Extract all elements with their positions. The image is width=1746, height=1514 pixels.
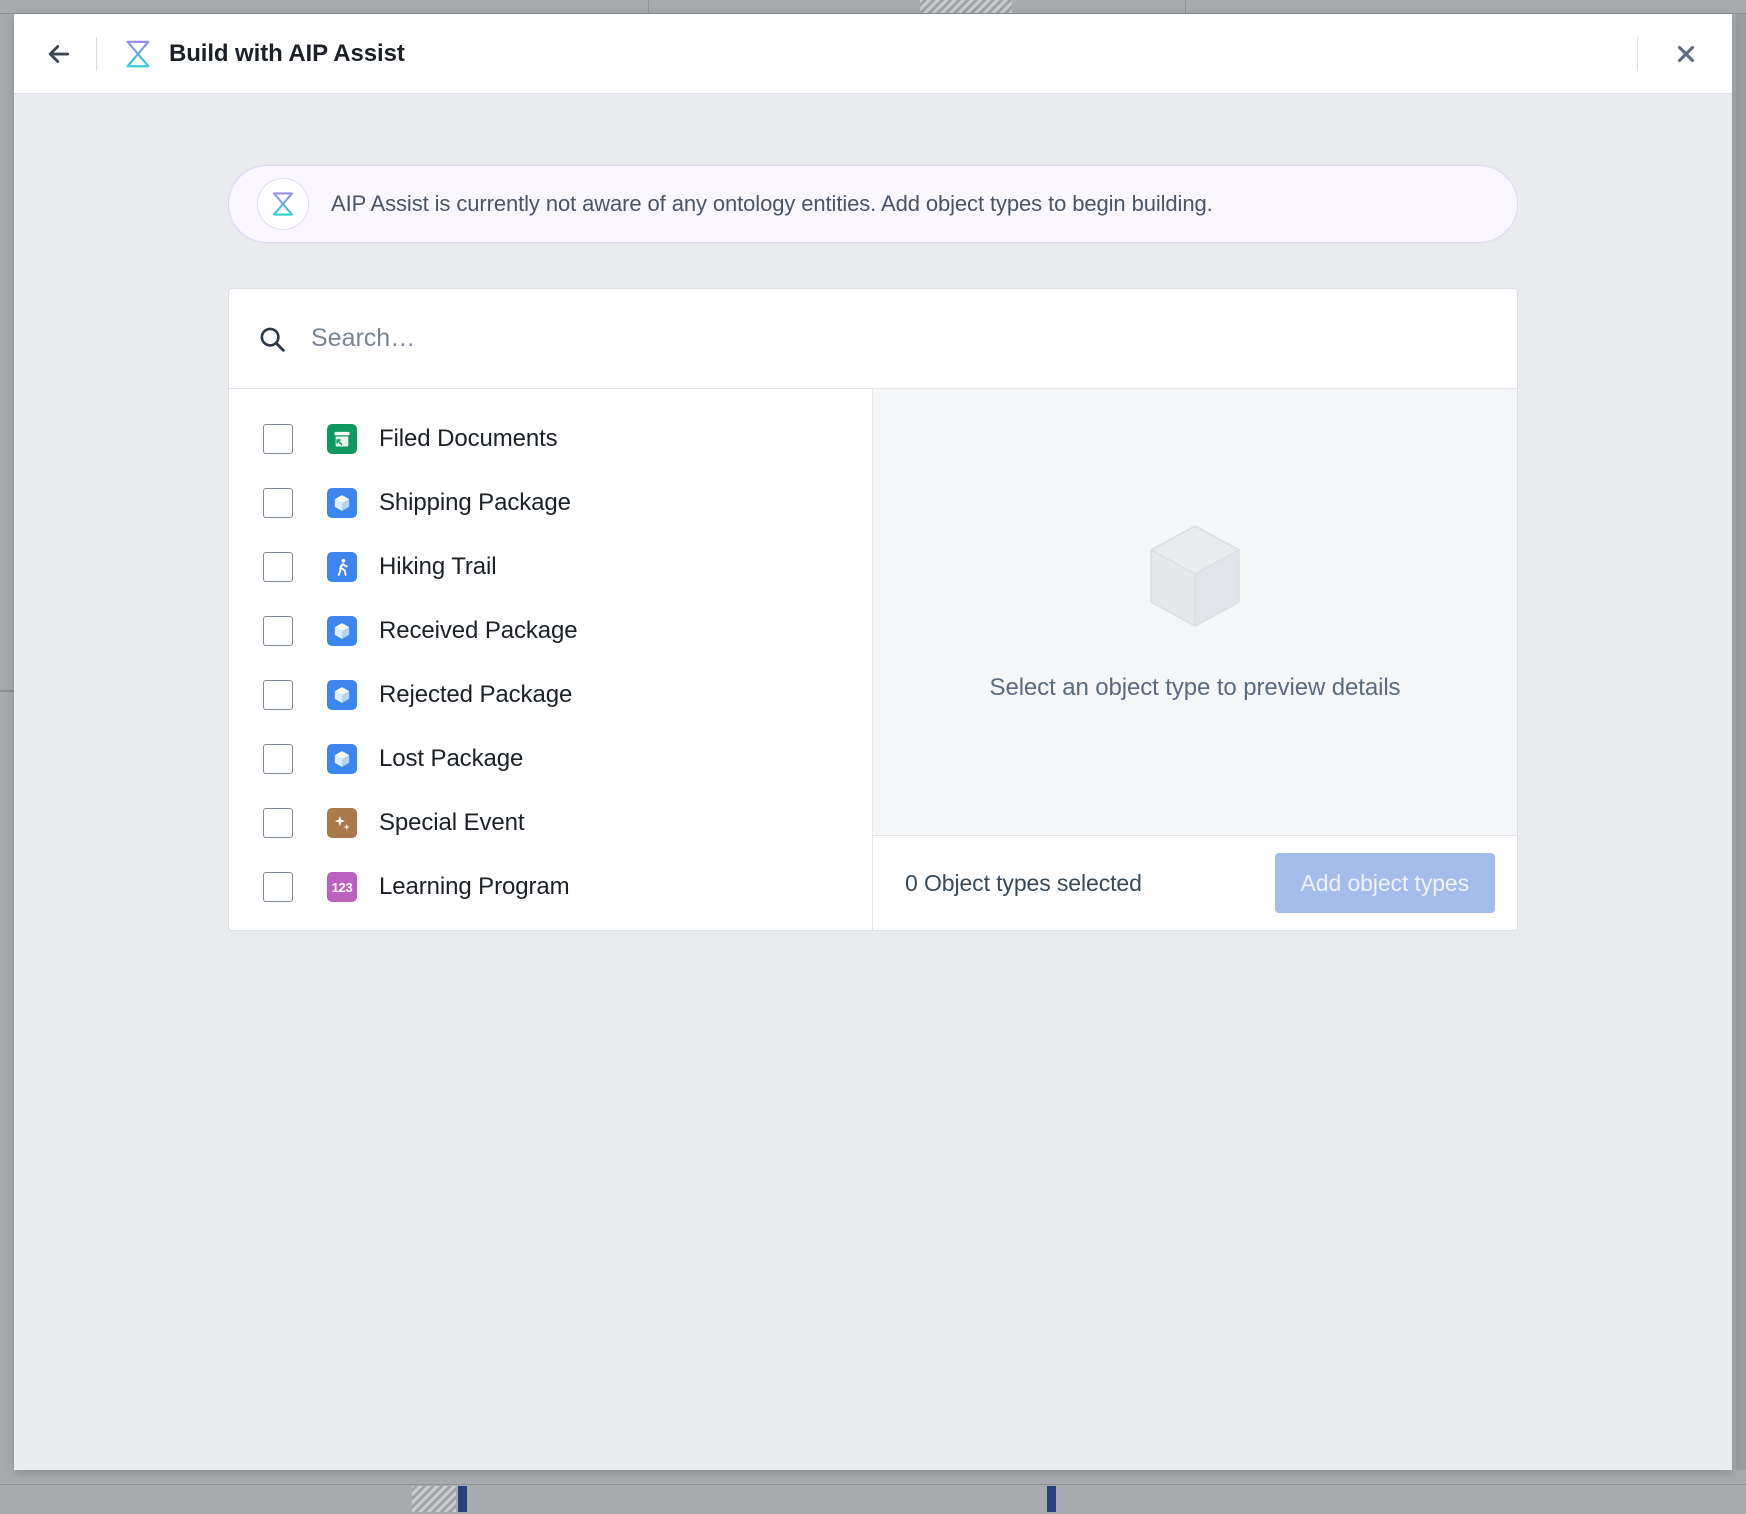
sparkle-glyph <box>334 815 350 830</box>
cube-icon <box>327 744 357 774</box>
cube-icon <box>327 488 357 518</box>
close-button[interactable] <box>1666 34 1706 74</box>
backdrop-left-tick <box>0 690 14 692</box>
object-type-checkbox[interactable] <box>263 488 293 518</box>
arrow-left-icon <box>48 44 70 63</box>
object-type-checkbox[interactable] <box>263 616 293 646</box>
modal-header: Build with AIP Assist <box>14 14 1732 94</box>
cube-icon <box>327 616 357 646</box>
object-type-row[interactable]: Lost Package <box>229 727 872 791</box>
filed-documents-icon <box>327 424 357 454</box>
sparkle-icon <box>327 808 357 838</box>
back-button[interactable] <box>36 31 82 77</box>
backdrop-top-strip <box>0 0 1746 14</box>
object-type-checkbox[interactable] <box>263 872 293 902</box>
cube-glyph <box>334 687 350 703</box>
cube-glyph <box>334 495 350 511</box>
object-type-list[interactable]: Filed Documents Shipping Package Hiking Tr… <box>229 389 873 930</box>
object-type-row[interactable]: Special Event <box>229 791 872 855</box>
search-row <box>229 289 1517 389</box>
aip-awareness-notice: AIP Assist is currently not aware of any… <box>228 165 1518 243</box>
search-input[interactable] <box>311 324 1489 353</box>
cube-outline-icon <box>1150 525 1240 627</box>
object-type-label: Filed Documents <box>379 425 558 452</box>
object-type-checkbox[interactable] <box>263 552 293 582</box>
page-title: Build with AIP Assist <box>169 39 405 67</box>
backdrop-marker <box>458 1486 467 1512</box>
close-icon <box>1677 45 1695 62</box>
add-object-types-button[interactable]: Add object types <box>1274 853 1495 913</box>
object-type-row[interactable]: 123 Learning Program <box>229 855 872 919</box>
object-type-picker: Filed Documents Shipping Package Hiking Tr… <box>228 288 1518 931</box>
object-type-label: Rejected Package <box>379 681 573 708</box>
header-divider-right <box>1637 36 1638 71</box>
preview-empty-text: Select an object type to preview details <box>989 674 1401 701</box>
walk-icon <box>327 552 357 582</box>
preview-empty-state: Select an object type to preview details <box>873 389 1517 836</box>
cube-glyph <box>334 751 350 767</box>
aip-assist-logo-icon <box>273 192 293 216</box>
object-type-label: Received Package <box>379 617 578 644</box>
preview-pane: Select an object type to preview details… <box>873 389 1517 930</box>
object-type-label: Hiking Trail <box>379 553 497 580</box>
header-divider <box>96 36 97 71</box>
aip-assist-logo-icon <box>126 40 150 67</box>
cube-glyph <box>334 623 350 639</box>
notice-message: AIP Assist is currently not aware of any… <box>331 191 1213 216</box>
object-type-row[interactable]: Rejected Package <box>229 663 872 727</box>
content-column: AIP Assist is currently not aware of any… <box>228 165 1518 931</box>
object-type-label: Learning Program <box>379 873 570 900</box>
backdrop-divider <box>648 0 649 13</box>
notice-badge <box>257 178 309 230</box>
object-type-row[interactable]: Filed Documents <box>229 407 872 471</box>
object-type-row[interactable]: Shipping Package <box>229 471 872 535</box>
object-type-label: Shipping Package <box>379 489 571 516</box>
numbers-glyph: 123 <box>331 879 353 895</box>
object-type-label: Lost Package <box>379 745 524 772</box>
object-type-row[interactable]: Received Package <box>229 599 872 663</box>
backdrop-bottom-strip <box>0 1484 1746 1514</box>
object-type-checkbox[interactable] <box>263 680 293 710</box>
object-type-label: Special Event <box>379 809 525 836</box>
archive-glyph <box>334 431 350 447</box>
object-type-checkbox[interactable] <box>263 424 293 454</box>
backdrop-hatch-bottom <box>412 1486 456 1512</box>
backdrop-right-rail <box>1736 14 1746 1470</box>
object-type-checkbox[interactable] <box>263 808 293 838</box>
object-type-row[interactable]: Pamphlets <box>229 919 872 930</box>
picker-split: Filed Documents Shipping Package Hiking Tr… <box>229 389 1517 930</box>
backdrop-hatch-top <box>920 0 1012 13</box>
cube-icon <box>327 680 357 710</box>
search-icon <box>260 327 285 352</box>
selected-count-label: 0 Object types selected <box>905 869 1142 896</box>
backdrop-divider <box>1185 0 1186 13</box>
build-with-aip-assist-modal: Build with AIP Assist AIP Assist is curr… <box>14 14 1732 1470</box>
picker-footer: 0 Object types selected Add object types <box>873 836 1517 930</box>
numbers-icon: 123 <box>327 872 357 902</box>
walk-glyph <box>337 558 348 576</box>
object-type-checkbox[interactable] <box>263 744 293 774</box>
modal-body: AIP Assist is currently not aware of any… <box>14 94 1732 1470</box>
backdrop-marker <box>1047 1486 1056 1512</box>
object-type-row[interactable]: Hiking Trail <box>229 535 872 599</box>
